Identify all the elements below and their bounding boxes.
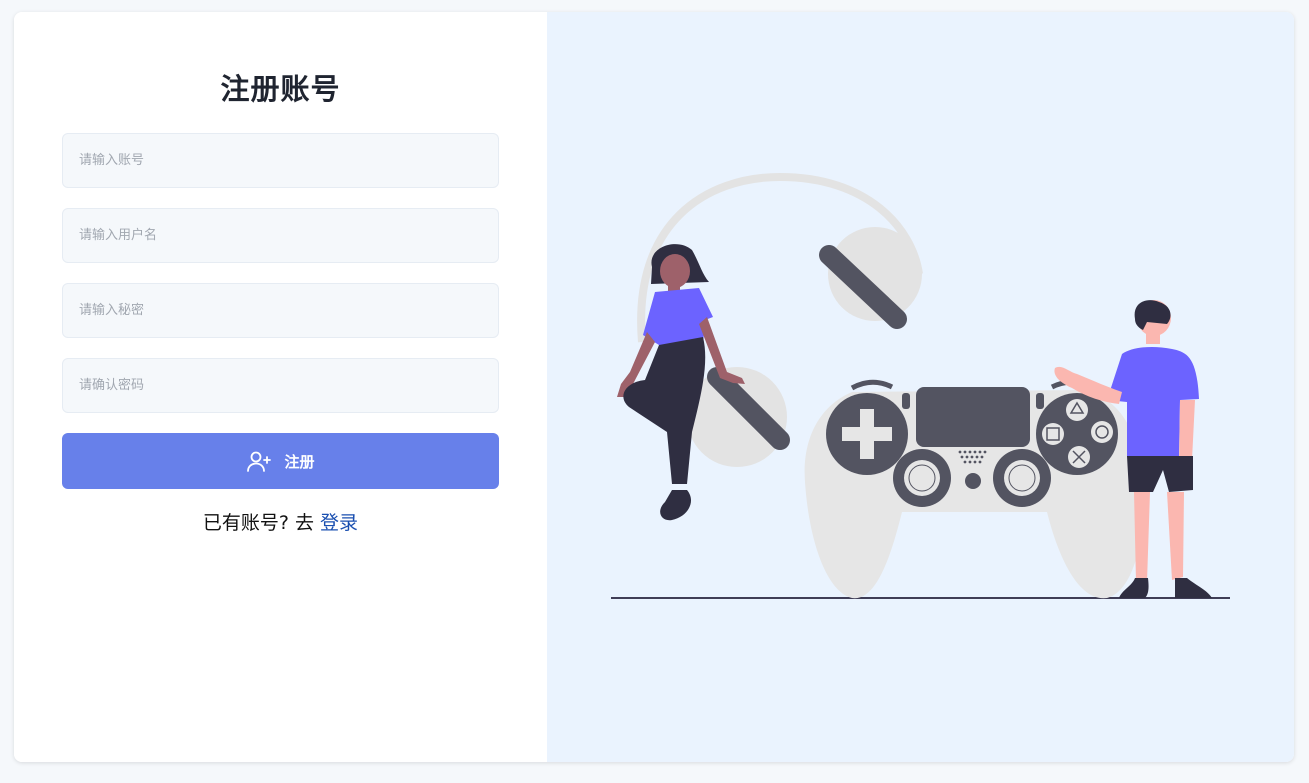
register-card: 注册账号 注册 已有账号? 去登录	[14, 12, 1294, 762]
controller-btn-square	[1042, 423, 1064, 445]
confirm-password-input[interactable]	[62, 358, 499, 413]
login-prompt-text: 已有账号? 去	[202, 512, 315, 534]
register-button[interactable]: 注册	[62, 433, 499, 489]
controller-btn-circle	[1091, 421, 1113, 443]
register-button-label: 注册	[284, 452, 315, 471]
controller-share-btn	[902, 393, 910, 409]
controller-options-btn	[1036, 393, 1044, 409]
password-input[interactable]	[62, 283, 499, 338]
gaming-controller-illustration	[611, 172, 1230, 599]
account-input[interactable]	[62, 133, 499, 188]
controller-touchpad	[916, 387, 1030, 447]
username-input[interactable]	[62, 208, 499, 263]
illustration-panel	[547, 12, 1294, 762]
page-title: 注册账号	[220, 72, 341, 106]
login-link[interactable]: 登录	[320, 512, 358, 534]
controller-bumper-left	[850, 379, 894, 391]
controller-ps-btn	[965, 473, 981, 489]
login-prompt: 已有账号? 去登录	[14, 508, 547, 535]
register-panel: 注册账号 注册 已有账号? 去登录	[14, 12, 547, 762]
user-plus-icon	[247, 451, 272, 472]
